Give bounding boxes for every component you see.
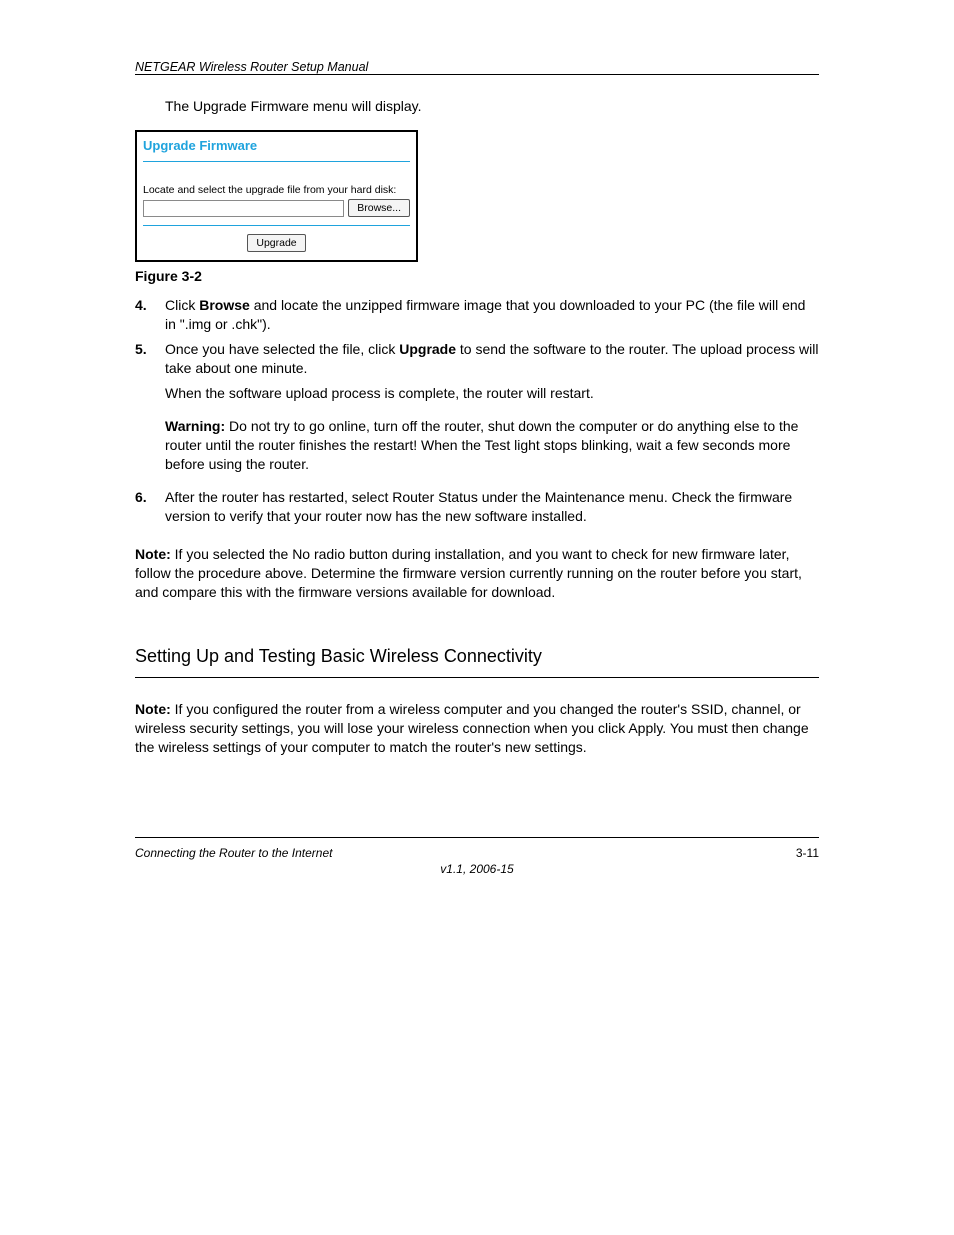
intro-text: The Upgrade Firmware menu will display. <box>165 97 819 116</box>
figure-caption: Figure 3-2 <box>135 268 819 284</box>
note-block-2: Note: If you configured the router from … <box>135 700 819 757</box>
step-5: 5. Once you have selected the file, clic… <box>135 340 819 378</box>
note-text: If you selected the No radio button duri… <box>135 546 802 600</box>
footer-version: v1.1, 2006-15 <box>135 862 819 876</box>
note-label: Note: <box>135 546 175 562</box>
after-upload-text: When the software upload process is comp… <box>165 384 819 403</box>
note-block-1: Note: If you selected the No radio butto… <box>135 545 819 602</box>
step6-text: After the router has restarted, select R… <box>165 488 819 526</box>
section-title-wireless: Setting Up and Testing Basic Wireless Co… <box>135 616 819 667</box>
upgrade-file-input[interactable] <box>143 200 344 217</box>
divider-top <box>143 161 410 162</box>
footer-page-number: 3-11 <box>796 846 819 860</box>
step-6: 6. After the router has restarted, selec… <box>135 488 819 526</box>
step-number: 4. <box>135 296 165 334</box>
page-footer: Connecting the Router to the Internet 3-… <box>135 837 819 860</box>
step-4: 4. Click Browse and locate the unzipped … <box>135 296 819 334</box>
page-header-left: NETGEAR Wireless Router Setup Manual <box>135 60 819 74</box>
step5-text-a: Once you have selected the file, click <box>165 341 399 357</box>
header-rule <box>135 74 819 75</box>
step4-text-a: Click <box>165 297 199 313</box>
firmware-upgrade-panel: Upgrade Firmware Locate and select the u… <box>135 130 418 263</box>
note2-text: If you configured the router from a wire… <box>135 701 809 755</box>
section-rule <box>135 677 819 678</box>
step5-upgrade-word: Upgrade <box>399 341 460 357</box>
upgrade-button[interactable]: Upgrade <box>247 234 305 252</box>
footer-left: Connecting the Router to the Internet <box>135 846 332 860</box>
divider-bottom <box>143 225 410 226</box>
warning-label: Warning: <box>165 418 225 434</box>
note2-label: Note: <box>135 701 175 717</box>
panel-title: Upgrade Firmware <box>143 138 410 161</box>
step-number: 6. <box>135 488 165 526</box>
warning-block: Warning: Do not try to go online, turn o… <box>165 417 819 474</box>
browse-button[interactable]: Browse... <box>348 199 410 217</box>
step4-text-b: and locate the unzipped firmware image t… <box>165 297 805 332</box>
step-number: 5. <box>135 340 165 378</box>
step4-browse-word: Browse <box>199 297 250 313</box>
upgrade-instruction: Locate and select the upgrade file from … <box>143 184 410 197</box>
warning-text: Do not try to go online, turn off the ro… <box>165 418 798 472</box>
